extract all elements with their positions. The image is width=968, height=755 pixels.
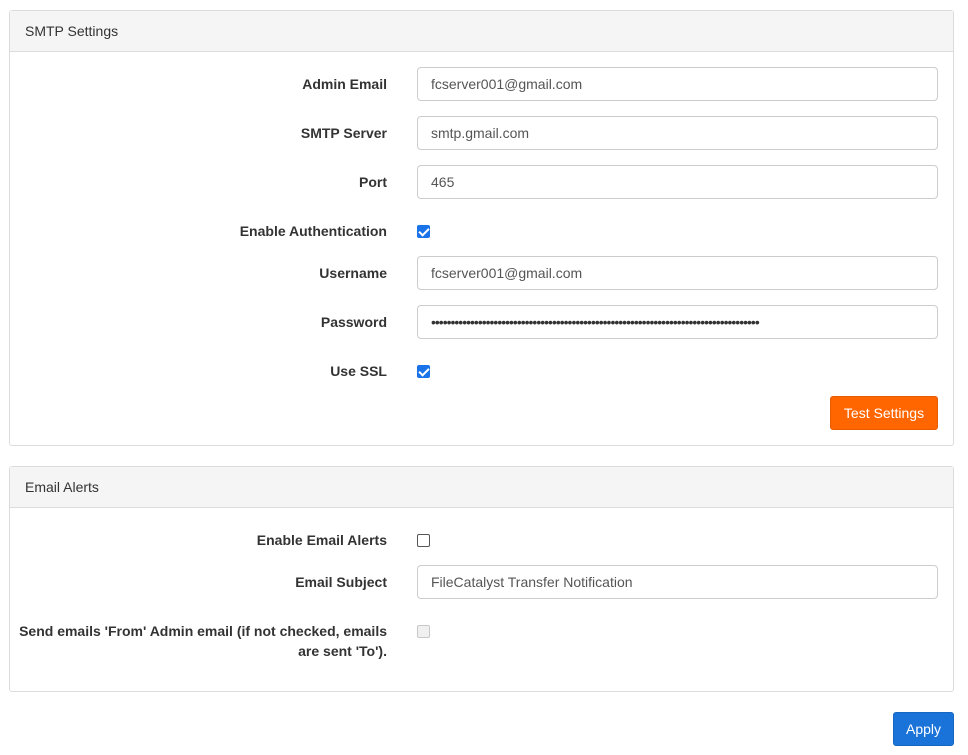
email-alerts-heading: Email Alerts [10,467,953,508]
email-alerts-title: Email Alerts [25,479,99,495]
enable-authentication-checkbox[interactable] [417,225,430,238]
email-alerts-panel: Email Alerts Enable Email Alerts Email S… [9,466,954,692]
test-settings-button[interactable]: Test Settings [830,396,938,430]
apply-button[interactable]: Apply [893,712,954,746]
port-input[interactable]: 465 [417,165,938,199]
smtp-settings-panel: SMTP Settings Admin Email fcserver001@gm… [9,10,954,446]
password-label: Password [320,314,387,330]
admin-email-label: Admin Email [302,76,387,92]
send-from-admin-label: Send emails 'From' Admin email (if not c… [7,621,387,661]
enable-email-alerts-label: Enable Email Alerts [256,532,387,548]
use-ssl-label: Use SSL [330,363,387,379]
smtp-server-label: SMTP Server [300,125,387,141]
enable-authentication-label: Enable Authentication [239,223,387,239]
enable-email-alerts-checkbox[interactable] [417,534,430,547]
smtp-settings-heading: SMTP Settings [10,11,953,52]
port-label: Port [359,174,387,190]
smtp-server-input[interactable]: smtp.gmail.com [417,116,938,150]
send-from-admin-label-line1: Send emails 'From' Admin email (if not c… [19,623,387,639]
smtp-settings-title: SMTP Settings [25,23,119,39]
email-subject-label: Email Subject [295,574,387,590]
email-subject-input[interactable]: FileCatalyst Transfer Notification [417,565,938,599]
username-input[interactable]: fcserver001@gmail.com [417,256,938,290]
send-from-admin-label-line2: are sent 'To'). [298,643,387,659]
send-from-admin-checkbox [417,625,430,638]
password-input[interactable]: ••••••••••••••••••••••••••••••••••••••••… [417,305,938,339]
username-label: Username [319,265,387,281]
admin-email-input[interactable]: fcserver001@gmail.com [417,67,938,101]
use-ssl-checkbox[interactable] [417,365,430,378]
